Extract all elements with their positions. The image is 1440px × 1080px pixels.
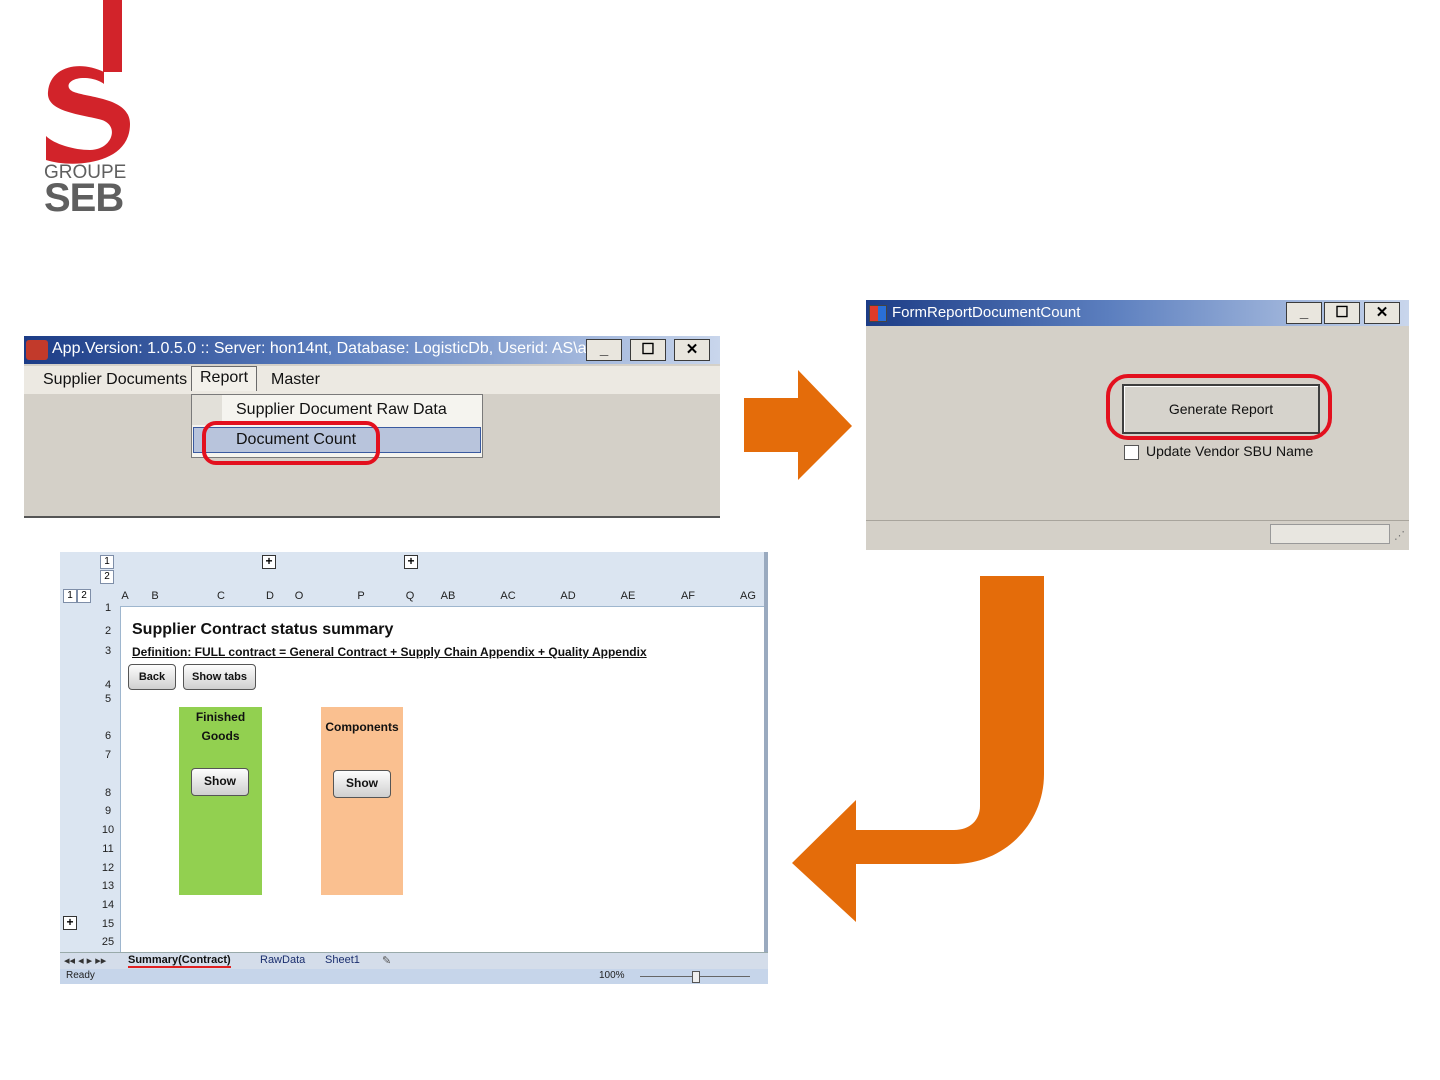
column-label[interactable]: D bbox=[262, 590, 278, 602]
update-vendor-sbu-label: Update Vendor SBU Name bbox=[1146, 443, 1314, 459]
excel-status-bar: Ready 100% bbox=[60, 969, 768, 984]
resize-grip-icon[interactable]: ⋰ bbox=[1394, 529, 1405, 542]
column-outline-level-2[interactable]: 2 bbox=[100, 570, 114, 584]
show-tabs-button[interactable]: Show tabs bbox=[183, 664, 256, 690]
groupe-seb-logo: GROUPE SEB bbox=[40, 0, 140, 220]
outline-row-gutter: + bbox=[60, 606, 96, 956]
column-label[interactable]: C bbox=[180, 590, 262, 602]
tab-rawdata[interactable]: RawData bbox=[260, 954, 305, 966]
finished-goods-label-1: Finished bbox=[195, 710, 246, 724]
app-window-title: App.Version: 1.0.5.0 :: Server: hon14nt,… bbox=[52, 340, 608, 357]
row-label[interactable]: 9 bbox=[96, 805, 120, 817]
expand-columns-plus-icon[interactable]: + bbox=[262, 555, 276, 569]
form-close-button[interactable]: ✕ bbox=[1364, 302, 1400, 324]
finished-goods-show-button[interactable]: Show bbox=[191, 768, 249, 796]
update-vendor-sbu-checkbox[interactable] bbox=[1124, 445, 1139, 460]
seb-logo-mark-icon bbox=[46, 0, 130, 164]
sheet-tabs-bar: ◂◂ ◂ ▸ ▸▸ Summary(Contract) RawData Shee… bbox=[60, 952, 768, 969]
close-button[interactable]: ✕ bbox=[674, 339, 710, 361]
row-label[interactable]: 11 bbox=[96, 843, 120, 855]
column-label[interactable]: AD bbox=[538, 590, 598, 602]
row-label[interactable]: 3 bbox=[96, 645, 120, 657]
row-label[interactable]: 4 bbox=[96, 679, 120, 691]
outline-column-gutter: 1 2 + + bbox=[60, 552, 768, 586]
components-show-button[interactable]: Show bbox=[333, 770, 391, 798]
expand-rows-plus-icon[interactable]: + bbox=[63, 916, 77, 930]
zoom-slider-thumb[interactable] bbox=[692, 971, 700, 983]
tab-sheet1[interactable]: Sheet1 bbox=[325, 954, 360, 966]
row-label[interactable]: 12 bbox=[96, 862, 120, 874]
arrow-hook-down-left-icon bbox=[792, 576, 1044, 922]
row-label[interactable]: 13 bbox=[96, 880, 120, 892]
column-label[interactable]: P bbox=[320, 590, 402, 602]
sheet-nav-arrows-icon[interactable]: ◂◂ ◂ ▸ ▸▸ bbox=[64, 954, 106, 967]
contract-definition: Definition: FULL contract = General Cont… bbox=[132, 645, 647, 659]
zoom-level: 100% bbox=[599, 970, 625, 981]
app-menubar: Supplier Documents Report Master bbox=[24, 366, 720, 394]
vertical-scrollbar[interactable] bbox=[764, 552, 768, 952]
form-progress-bar bbox=[1270, 524, 1390, 544]
logo-seb-text: SEB bbox=[44, 176, 124, 220]
arrow-right-icon bbox=[744, 370, 852, 480]
maximize-button[interactable]: ☐ bbox=[630, 339, 666, 361]
menu-item-supplier-document-raw-data[interactable]: Supplier Document Raw Data bbox=[236, 401, 447, 419]
menu-supplier-documents[interactable]: Supplier Documents bbox=[43, 371, 187, 389]
form-titlebar[interactable]: FormReportDocumentCount _ ☐ ✕ bbox=[866, 300, 1409, 326]
row-label[interactable]: 2 bbox=[96, 625, 120, 637]
form-app-icon bbox=[869, 305, 887, 322]
highlight-document-count bbox=[202, 421, 380, 465]
menu-master[interactable]: Master bbox=[271, 371, 320, 389]
row-label[interactable]: 14 bbox=[96, 899, 120, 911]
sheet-title: Supplier Contract status summary bbox=[132, 621, 394, 638]
minimize-button[interactable]: _ bbox=[586, 339, 622, 361]
row-label[interactable]: 1 bbox=[96, 602, 120, 614]
column-outline-level-1[interactable]: 1 bbox=[100, 555, 114, 569]
column-label[interactable]: AE bbox=[598, 590, 658, 602]
column-label[interactable]: AB bbox=[418, 590, 478, 602]
finished-goods-panel: Finished Goods Show bbox=[179, 707, 262, 895]
insert-sheet-icon[interactable]: ✎ bbox=[382, 954, 391, 967]
row-label[interactable]: 8 bbox=[96, 787, 120, 799]
column-label[interactable]: B bbox=[130, 590, 180, 602]
finished-goods-label-2: Goods bbox=[201, 729, 240, 743]
column-label[interactable]: AG bbox=[718, 590, 778, 602]
excel-summary-sheet: 1 2 + + 1 2 A B C D O P Q AB AC AD AE AF… bbox=[60, 552, 768, 984]
column-label[interactable]: O bbox=[278, 590, 320, 602]
row-label[interactable]: 6 bbox=[96, 730, 120, 742]
highlight-generate-report bbox=[1106, 374, 1332, 440]
row-label[interactable]: 25 bbox=[96, 936, 120, 948]
row-outline-level-1[interactable]: 1 bbox=[63, 589, 77, 603]
expand-columns-plus-icon[interactable]: + bbox=[404, 555, 418, 569]
row-outline-level-2[interactable]: 2 bbox=[77, 589, 91, 603]
row-label[interactable]: 15 bbox=[96, 918, 120, 930]
row-label[interactable]: 7 bbox=[96, 749, 120, 761]
column-label[interactable]: A bbox=[120, 590, 130, 602]
components-label: Components bbox=[325, 720, 399, 734]
row-label[interactable]: 10 bbox=[96, 824, 120, 836]
form-window-title: FormReportDocumentCount bbox=[892, 304, 1081, 321]
status-ready: Ready bbox=[66, 970, 95, 981]
column-label[interactable]: AF bbox=[658, 590, 718, 602]
form-minimize-button[interactable]: _ bbox=[1286, 302, 1322, 324]
column-label[interactable]: AC bbox=[478, 590, 538, 602]
app-icon bbox=[26, 340, 48, 360]
components-panel: Components Show bbox=[321, 707, 403, 895]
menu-report[interactable]: Report bbox=[191, 366, 258, 391]
back-button[interactable]: Back bbox=[128, 664, 176, 690]
column-label[interactable]: Q bbox=[402, 590, 418, 602]
row-label[interactable]: 5 bbox=[96, 693, 120, 705]
tab-summary-contract[interactable]: Summary(Contract) bbox=[128, 954, 231, 968]
app-titlebar[interactable]: App.Version: 1.0.5.0 :: Server: hon14nt,… bbox=[24, 336, 720, 364]
form-maximize-button[interactable]: ☐ bbox=[1324, 302, 1360, 324]
